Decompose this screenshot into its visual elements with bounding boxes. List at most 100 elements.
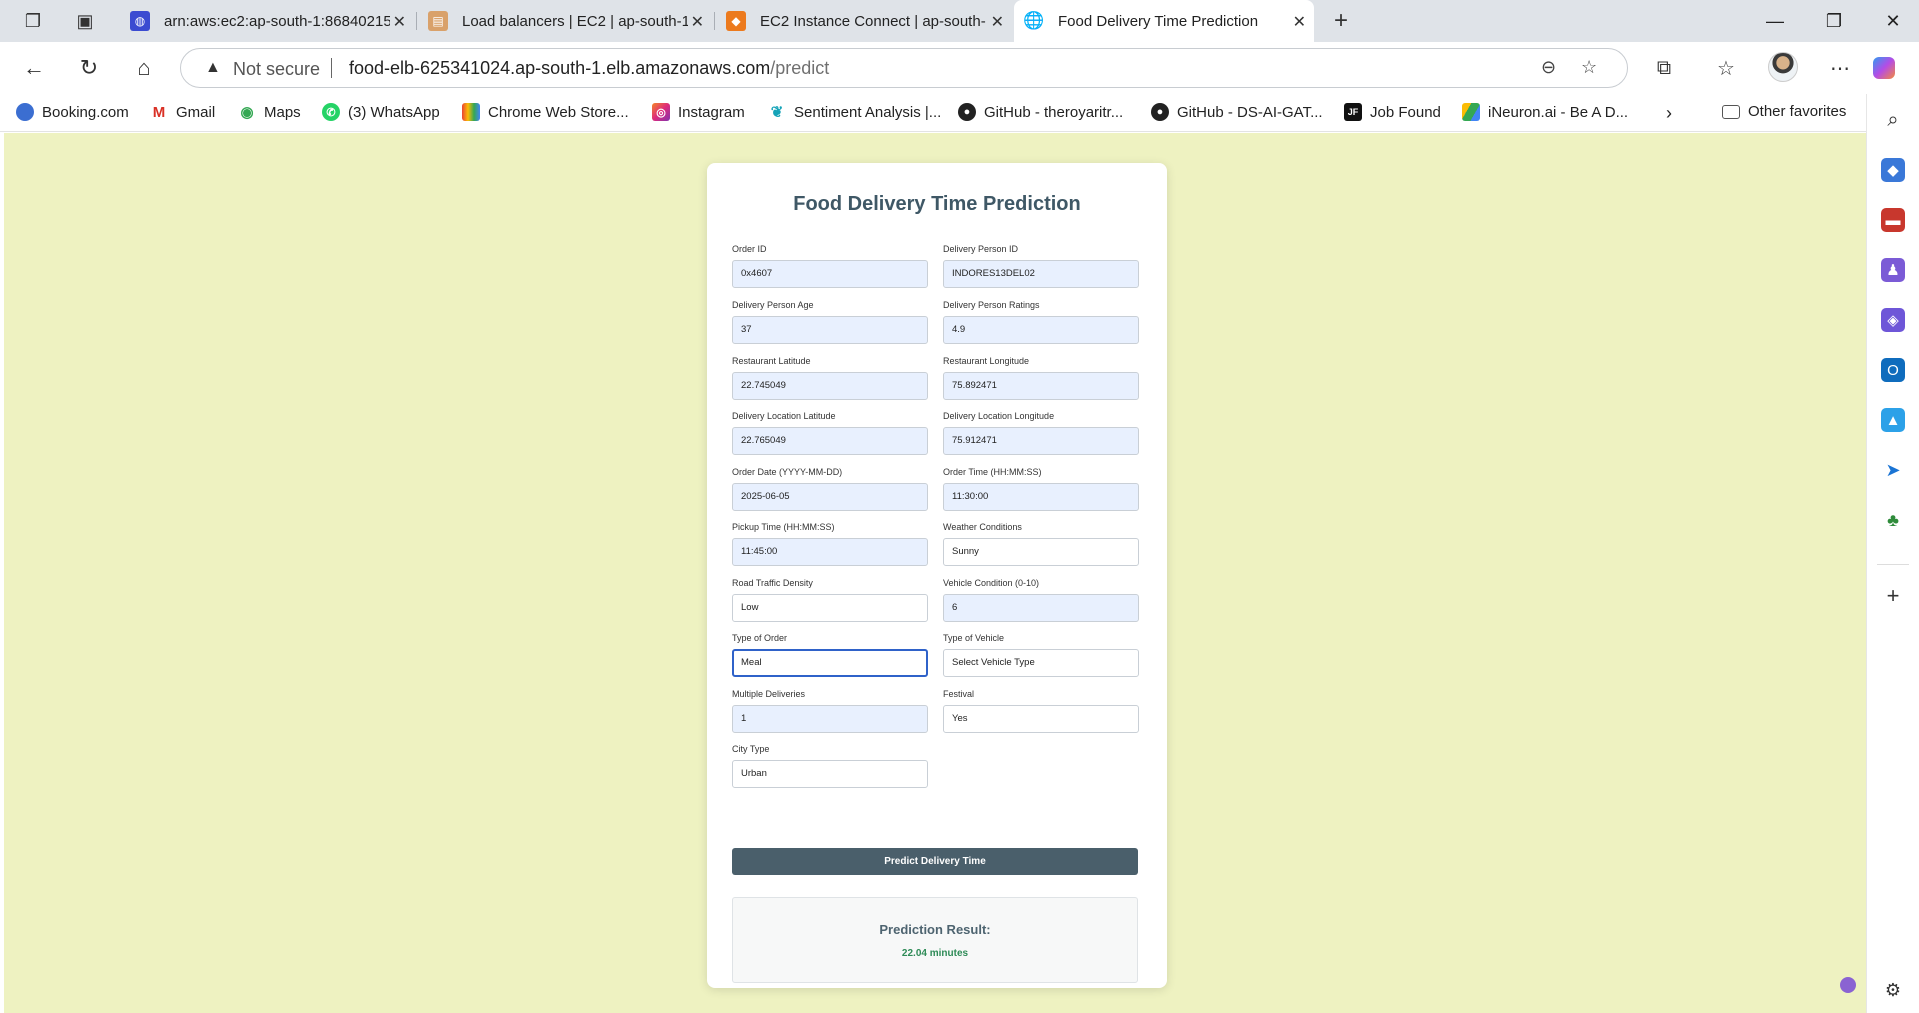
- field-restaurant-longitude: Restaurant Longitude 75.892471: [943, 356, 1139, 400]
- type-of-vehicle-select[interactable]: Select Vehicle Type: [943, 649, 1139, 677]
- warning-icon[interactable]: ▲: [205, 59, 221, 77]
- search-icon[interactable]: ⌕: [1881, 108, 1905, 132]
- field-order-id: Order ID 0x4607: [732, 244, 928, 288]
- delivery-person-age-input[interactable]: 37: [732, 316, 928, 344]
- prediction-result-value: 22.04 minutes: [901, 948, 969, 959]
- tab-ec2-instance-connect[interactable]: ◆ EC2 Instance Connect | ap-south- ✕: [716, 0, 1012, 42]
- favorites-icon[interactable]: ☆: [1712, 54, 1740, 82]
- home-icon[interactable]: ⌂: [128, 52, 160, 84]
- field-label: Delivery Location Latitude: [732, 411, 836, 421]
- bookmark-ineuron[interactable]: iNeuron.ai - Be A D...: [1462, 103, 1628, 121]
- shopping-tag-icon[interactable]: ◆: [1881, 158, 1905, 182]
- prediction-result-title: Prediction Result:: [879, 922, 991, 937]
- close-icon[interactable]: ✕: [1293, 12, 1306, 32]
- back-icon[interactable]: ←: [18, 52, 50, 84]
- delivery-person-id-input[interactable]: INDORES13DEL02: [943, 260, 1139, 288]
- bookmark-chrome-web-store[interactable]: Chrome Web Store...: [462, 103, 629, 121]
- tree-icon[interactable]: ♣: [1881, 508, 1905, 532]
- zoom-icon[interactable]: ⊖: [1541, 57, 1556, 78]
- aws-cube-icon: ◆: [726, 11, 746, 31]
- instagram-icon: ◎: [652, 103, 670, 121]
- order-date-input[interactable]: 2025-06-05: [732, 483, 928, 511]
- address-bar[interactable]: ▲ Not secure food-elb-625341024.ap-south…: [180, 48, 1628, 88]
- window-close-icon[interactable]: ✕: [1870, 6, 1916, 36]
- profile-avatar[interactable]: [1768, 52, 1798, 82]
- sidebar-divider: [1877, 564, 1909, 565]
- field-label: Delivery Person ID: [943, 244, 1019, 254]
- field-type-of-order: Type of Order Meal: [732, 633, 928, 677]
- field-vehicle-condition: Vehicle Condition (0-10) 6: [943, 578, 1139, 622]
- bookmark-gmail[interactable]: M Gmail: [150, 103, 215, 121]
- field-label: Order Date (YYYY-MM-DD): [732, 467, 843, 477]
- close-icon[interactable]: ✕: [991, 12, 1004, 32]
- bookmark-whatsapp[interactable]: ✆ (3) WhatsApp: [322, 103, 440, 121]
- bookmark-instagram[interactable]: ◎ Instagram: [652, 103, 745, 121]
- minimize-icon[interactable]: —: [1752, 6, 1798, 36]
- order-time-input[interactable]: 11:30:00: [943, 483, 1139, 511]
- road-traffic-density-select[interactable]: Low: [732, 594, 928, 622]
- address-divider: [331, 58, 332, 78]
- microsoft-365-icon[interactable]: ◈: [1881, 308, 1905, 332]
- leaf-icon: ❦: [768, 103, 786, 121]
- restore-icon[interactable]: ❐: [1811, 6, 1857, 36]
- github-icon: ●: [1151, 103, 1169, 121]
- not-secure-label[interactable]: Not secure: [233, 59, 320, 80]
- globe-icon: ◍: [130, 11, 150, 31]
- favorite-star-icon[interactable]: ☆: [1581, 57, 1597, 78]
- vertical-tabs-icon[interactable]: ▣: [70, 8, 100, 34]
- bookmark-github-ds-ai[interactable]: ● GitHub - DS-AI-GAT...: [1151, 103, 1323, 121]
- tab-aws-arn[interactable]: ◍ arn:aws:ec2:ap-south-1:86840215 ✕: [120, 0, 414, 42]
- chevron-right-icon[interactable]: ›: [1666, 103, 1672, 124]
- predict-delivery-time-button[interactable]: Predict Delivery Time: [732, 848, 1138, 875]
- bookmark-maps[interactable]: ◉ Maps: [238, 103, 301, 121]
- restaurant-latitude-input[interactable]: 22.745049: [732, 372, 928, 400]
- delivery-person-ratings-input[interactable]: 4.9: [943, 316, 1139, 344]
- drive-icon: [1462, 103, 1480, 121]
- copilot-icon[interactable]: [1870, 54, 1898, 82]
- bookmark-booking[interactable]: Booking.com: [16, 103, 129, 121]
- tools-briefcase-icon[interactable]: ▬: [1881, 208, 1905, 232]
- tab-strip: ❐ ▣ ◍ arn:aws:ec2:ap-south-1:86840215 ✕ …: [0, 0, 1919, 42]
- other-favorites[interactable]: Other favorites: [1722, 103, 1846, 120]
- whatsapp-icon: ✆: [322, 103, 340, 121]
- image-creator-icon[interactable]: ▲: [1881, 408, 1905, 432]
- bookmark-job-found[interactable]: JF Job Found: [1344, 103, 1441, 121]
- outlook-icon[interactable]: O: [1881, 358, 1905, 382]
- tab-load-balancers[interactable]: ▤ Load balancers | EC2 | ap-south-1 ✕: [418, 0, 712, 42]
- field-label: Delivery Person Age: [732, 300, 814, 310]
- extensions-icon[interactable]: ⧉: [1650, 54, 1678, 82]
- send-icon[interactable]: ➤: [1881, 458, 1905, 482]
- festival-select[interactable]: Yes: [943, 705, 1139, 733]
- close-icon[interactable]: ✕: [691, 12, 704, 32]
- bookmark-github-theroyaritr[interactable]: ● GitHub - theroyaritr...: [958, 103, 1123, 121]
- field-label: Weather Conditions: [943, 522, 1022, 532]
- jf-icon: JF: [1344, 103, 1362, 121]
- field-delivery-location-longitude: Delivery Location Longitude 75.912471: [943, 411, 1139, 455]
- workspaces-icon[interactable]: ❐: [18, 8, 48, 34]
- bookmark-sentiment[interactable]: ❦ Sentiment Analysis |...: [768, 103, 941, 121]
- pickup-time-input[interactable]: 11:45:00: [732, 538, 928, 566]
- add-icon[interactable]: +: [1881, 583, 1905, 608]
- vehicle-condition-input[interactable]: 6: [943, 594, 1139, 622]
- tab-food-delivery[interactable]: 🌐 Food Delivery Time Prediction ✕: [1014, 0, 1314, 42]
- multiple-deliveries-input[interactable]: 1: [732, 705, 928, 733]
- games-icon[interactable]: ♟: [1881, 258, 1905, 282]
- restaurant-longitude-input[interactable]: 75.892471: [943, 372, 1139, 400]
- settings-gear-icon[interactable]: ⚙: [1881, 978, 1905, 1002]
- order-id-input[interactable]: 0x4607: [732, 260, 928, 288]
- field-delivery-person-ratings: Delivery Person Ratings 4.9: [943, 300, 1139, 344]
- type-of-order-select[interactable]: Meal: [732, 649, 928, 677]
- page-viewport: Food Delivery Time Prediction Order ID 0…: [4, 133, 1866, 1013]
- city-type-select[interactable]: Urban: [732, 760, 928, 788]
- more-menu-icon[interactable]: ⋯: [1826, 54, 1854, 82]
- weather-conditions-select[interactable]: Sunny: [943, 538, 1139, 566]
- refresh-icon[interactable]: ↻: [73, 52, 105, 84]
- url-text[interactable]: food-elb-625341024.ap-south-1.elb.amazon…: [349, 58, 829, 79]
- copilot-badge-icon[interactable]: [1840, 977, 1856, 993]
- delivery-location-latitude-input[interactable]: 22.765049: [732, 427, 928, 455]
- close-icon[interactable]: ✕: [393, 12, 406, 32]
- delivery-location-longitude-input[interactable]: 75.912471: [943, 427, 1139, 455]
- new-tab-icon[interactable]: +: [1326, 7, 1356, 34]
- folder-icon: [1722, 104, 1740, 119]
- tab-separator: [714, 12, 715, 30]
